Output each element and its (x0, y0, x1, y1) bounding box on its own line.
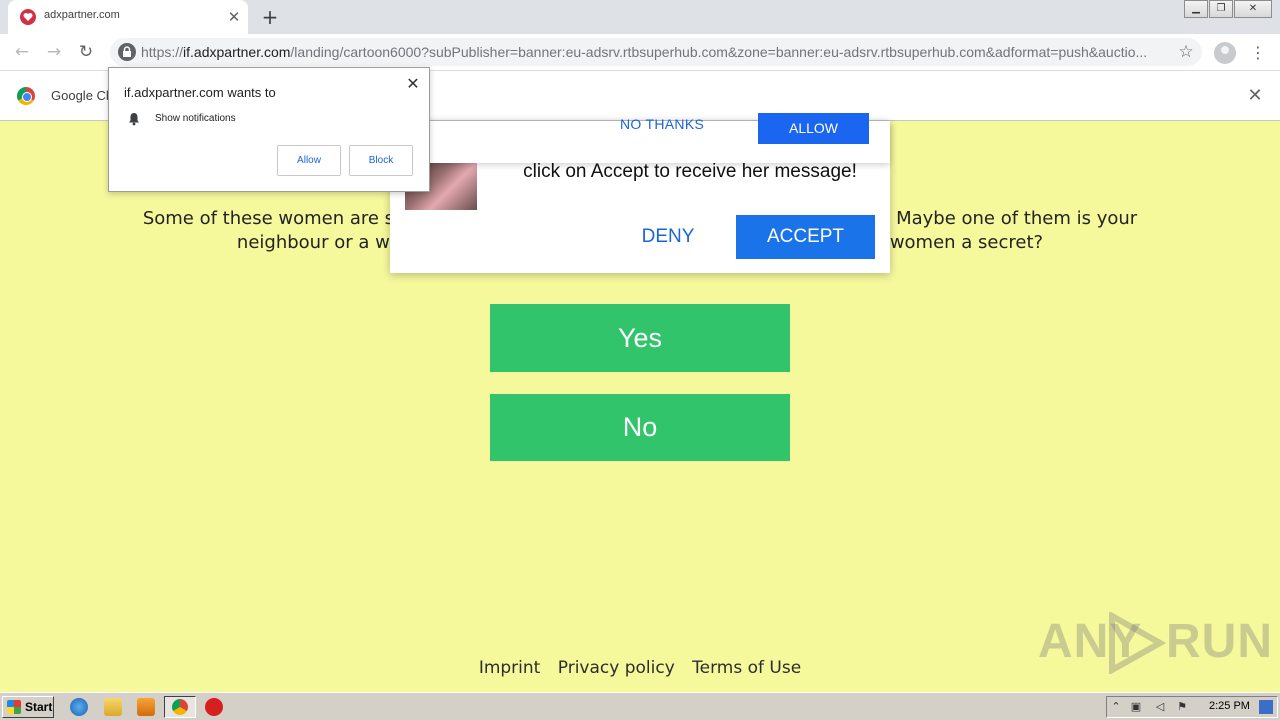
permission-title: if.adxpartner.com wants to (124, 85, 276, 100)
no-thanks-button[interactable]: NO THANKS (620, 116, 704, 132)
windows-taskbar: Start ⌃ ▣ ◁ ⚑ 2:25 PM (0, 692, 1280, 720)
page-content: Some of these women are single time. Mayb… (0, 113, 1280, 692)
heart-icon (20, 9, 36, 25)
play-icon (1109, 612, 1166, 674)
media-player-icon[interactable] (137, 698, 155, 716)
overlay-message: click on Accept to receive her message! (523, 161, 857, 182)
terms-of-use-link[interactable]: Terms of Use (692, 658, 801, 678)
intro-line-2-left: neighbour or a w (236, 232, 390, 253)
infobar-text: Google Ch (51, 88, 111, 103)
yes-button[interactable]: Yes (490, 304, 790, 372)
reload-icon[interactable]: ↻ (74, 40, 98, 64)
deny-button[interactable]: DENY (630, 221, 706, 253)
allow-button[interactable]: ALLOW (758, 113, 869, 144)
bell-icon (129, 113, 139, 126)
close-icon[interactable]: ✕ (403, 74, 423, 94)
anyrun-watermark: ANY RUN (1036, 610, 1272, 674)
overlay-top-bar: NO THANKS ALLOW (390, 113, 890, 163)
back-arrow-icon[interactable]: ← (10, 40, 34, 64)
close-icon[interactable]: ✕ (1245, 85, 1265, 107)
start-label: Start (25, 700, 53, 714)
kebab-menu-icon[interactable]: ⋮ (1250, 42, 1266, 64)
url-scheme: https:// (141, 44, 184, 60)
folder-icon[interactable] (104, 698, 122, 716)
system-tray: ⌃ ▣ ◁ ⚑ 2:25 PM (1106, 696, 1278, 718)
star-icon[interactable]: ☆ (1174, 40, 1198, 64)
window-close-icon[interactable]: ✕ (1234, 0, 1272, 18)
address-bar[interactable]: https://if.adxpartner.com/landing/cartoo… (110, 38, 1202, 66)
imprint-link[interactable]: Imprint (479, 658, 541, 678)
plus-icon[interactable]: + (258, 5, 282, 29)
internet-explorer-icon[interactable] (70, 698, 88, 716)
push-overlay-card: click on Accept to receive her message! … (390, 113, 890, 273)
no-button[interactable]: No (490, 394, 790, 461)
restore-icon[interactable]: ❐ (1209, 0, 1233, 18)
windows-logo-icon (7, 700, 21, 714)
tab-title: adxpartner.com (44, 9, 120, 21)
watermark-right: RUN (1166, 615, 1273, 668)
browser-tab[interactable]: adxpartner.com ✕ (8, 0, 248, 34)
network-icon[interactable]: ▣ (1129, 700, 1143, 714)
accept-button[interactable]: ACCEPT (736, 215, 875, 259)
minimize-icon[interactable]: ▁ (1184, 0, 1208, 18)
start-button[interactable]: Start (2, 696, 54, 718)
clock: 2:25 PM (1209, 700, 1250, 712)
profile-icon[interactable] (1214, 42, 1236, 64)
allow-notifications-button[interactable]: Allow (277, 145, 341, 176)
flag-icon[interactable]: ⚑ (1175, 700, 1189, 714)
chrome-logo-icon (17, 87, 35, 105)
lock-icon[interactable] (118, 43, 136, 61)
opera-icon[interactable] (205, 698, 223, 716)
chrome-taskbar-button[interactable] (164, 696, 196, 718)
close-icon[interactable]: ✕ (224, 7, 244, 27)
url-path: /landing/cartoon6000?subPublisher=banner… (290, 44, 1148, 60)
url-host: if.adxpartner.com (183, 44, 291, 60)
url-text[interactable]: https://if.adxpartner.com/landing/cartoo… (141, 44, 1161, 60)
intro-line-2-right: women a secret? (889, 232, 1044, 253)
permission-item: Show notifications (155, 113, 236, 124)
notification-permission-prompt: if.adxpartner.com wants to ✕ Show notifi… (108, 67, 430, 192)
tab-strip: adxpartner.com ✕ + ▁ ❐ ✕ (0, 0, 1280, 34)
browser-toolbar: ← → ↻ https://if.adxpartner.com/landing/… (0, 34, 1280, 70)
forward-arrow-icon[interactable]: → (42, 40, 66, 64)
show-desktop-icon[interactable] (1259, 700, 1273, 714)
block-notifications-button[interactable]: Block (349, 145, 413, 176)
chevron-up-icon[interactable]: ⌃ (1109, 700, 1123, 714)
privacy-policy-link[interactable]: Privacy policy (558, 658, 675, 678)
chrome-icon (172, 699, 188, 715)
volume-icon[interactable]: ◁ (1153, 700, 1167, 714)
